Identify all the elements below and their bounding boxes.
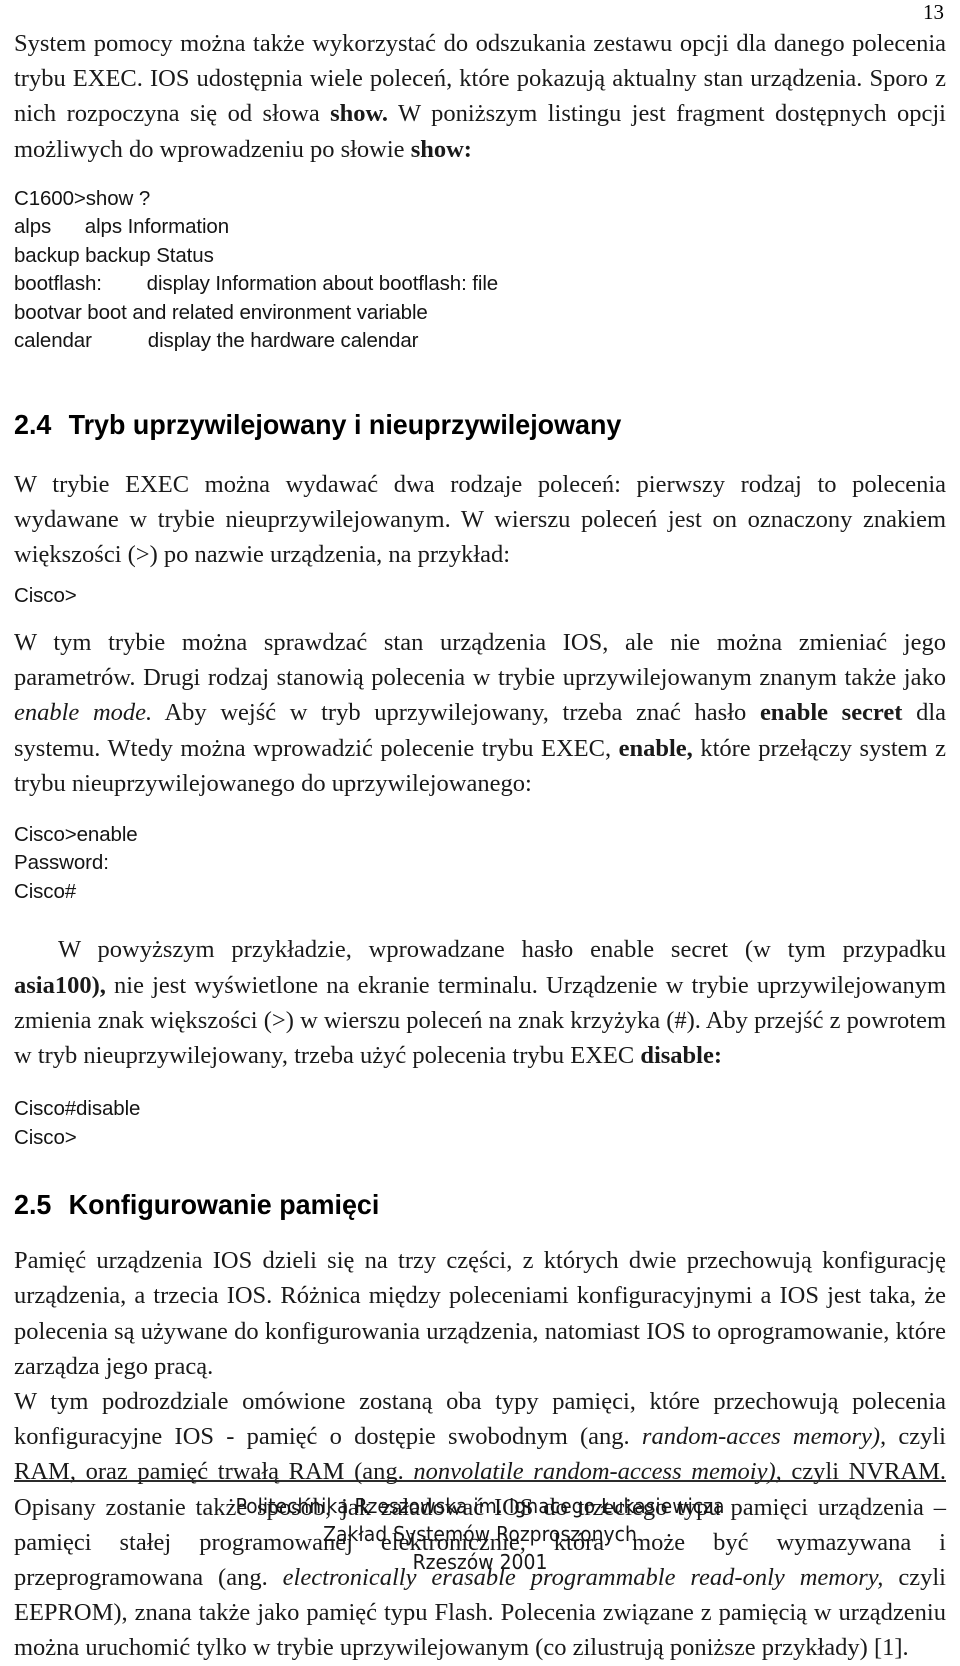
section-heading-2-5: 2.5 Konfigurowanie pamięci [14,1188,909,1221]
page-footer: Politechnika Rzeszowska im. Ignacego Łuk… [14,1480,946,1576]
footer-line-institution: Politechnika Rzeszowska im. Ignacego Łuk… [235,1494,725,1518]
section-heading-2-4: 2.4 Tryb uprzywilejowany i nieuprzywilejo… [14,408,909,441]
console-listing-enable: Cisco>enable Password: Cisco# [14,822,138,903]
section-title: Tryb uprzywilejowany i nieuprzywilejowan… [68,408,622,440]
paragraph-enable-mode: W tym trybie można sprawdzać stan urządz… [14,628,946,797]
paragraph-memory-intro: Pamięć urządzenia IOS dzieli się na trzy… [14,1247,946,1380]
console-listing-show: C1600>show ? alps alps Information backu… [14,186,499,353]
section-title: Konfigurowanie pamięci [68,1189,380,1221]
footer-line-city-year: Rzeszów 2001 [412,1550,548,1574]
page-number: 13 [923,0,944,24]
section-number: 2.4 [14,408,52,440]
page-content: System pomocy można także wykorzystać do… [14,0,946,1666]
paragraph-exec-modes: W trybie EXEC można wydawać dwa rodzaje … [14,470,946,569]
console-listing-prompt-user: Cisco> [14,584,77,608]
document-page: 13 System pomocy można także wykorzystać… [0,0,960,1661]
footer-divider [14,1480,946,1482]
footer-line-department: Zakład Systemów Rozproszonych [323,1522,637,1546]
console-listing-disable: Cisco#disable Cisco> [14,1097,141,1149]
section-number: 2.5 [14,1189,52,1221]
paragraph-password-note: W powyższym przykładzie, wprowadzane has… [14,936,946,1070]
intro-paragraph: System pomocy można także wykorzystać do… [14,30,946,163]
